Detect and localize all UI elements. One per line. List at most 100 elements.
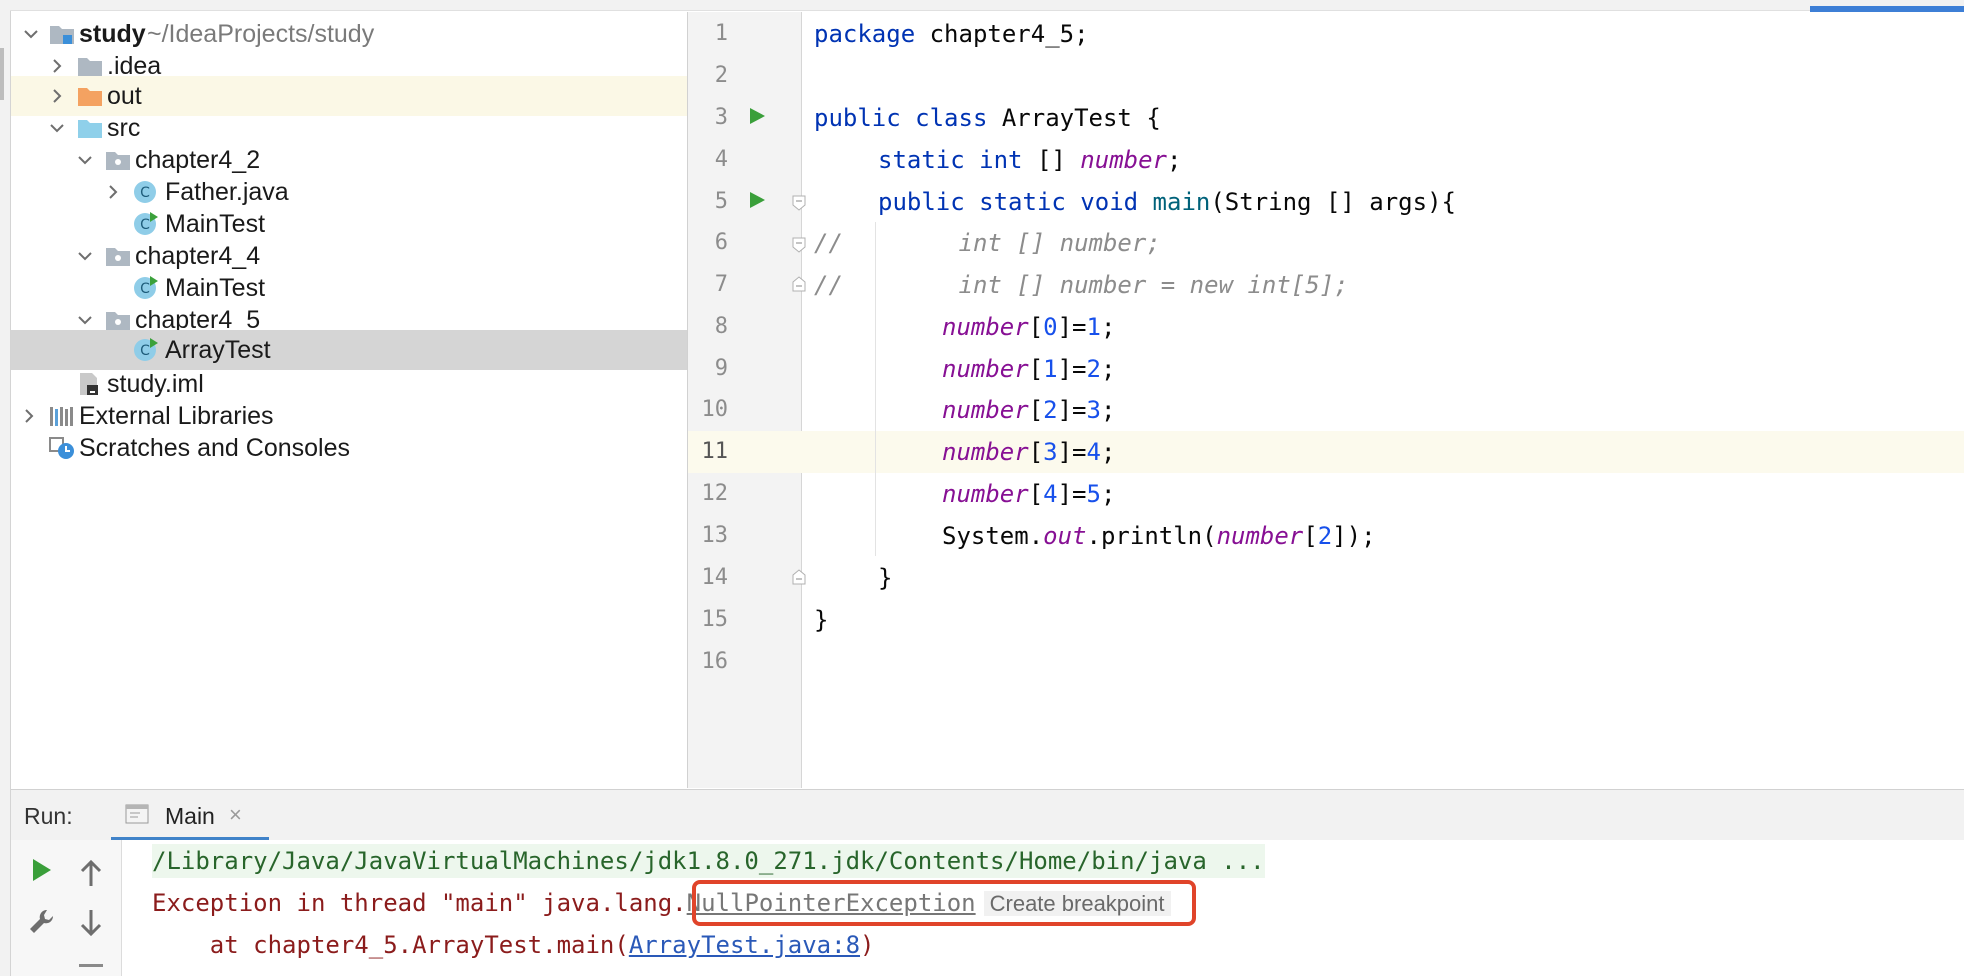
code-line-15: }	[814, 606, 829, 634]
line-number: 10	[701, 397, 729, 422]
code-text: System.	[942, 522, 1044, 550]
code-keyword: package	[814, 20, 916, 48]
exception-package: java.lang.	[542, 889, 687, 917]
top-edge	[10, 0, 1964, 11]
chevron-down-icon[interactable]	[75, 246, 95, 266]
chevron-right-icon[interactable]	[47, 86, 67, 106]
stack-suffix: )	[860, 931, 875, 959]
scratches-icon	[49, 436, 75, 460]
rerun-icon[interactable]	[23, 852, 59, 888]
run-gutter-icon[interactable]	[748, 107, 766, 125]
code-text: ]=	[1057, 480, 1087, 508]
code-number: 5	[1086, 480, 1101, 508]
fold-icon[interactable]	[792, 237, 806, 253]
java-runnable-class-icon: C	[133, 212, 159, 236]
tool-strip-handle[interactable]	[0, 48, 4, 100]
tree-item-label: MainTest	[165, 274, 266, 302]
code-text: []	[1022, 146, 1081, 174]
code-text: ;	[1100, 355, 1116, 383]
code-field: number	[942, 480, 1029, 508]
run-gutter-icon[interactable]	[748, 191, 766, 209]
project-name: study	[79, 20, 146, 48]
console-stack-line: at chapter4_5.ArrayTest.main(ArrayTest.j…	[152, 928, 875, 962]
code-method: main	[1152, 188, 1211, 216]
console-output[interactable]: /Library/Java/JavaVirtualMachines/jdk1.8…	[122, 840, 1964, 976]
tree-item-label: chapter4_2	[135, 146, 261, 174]
chevron-down-icon[interactable]	[75, 150, 95, 170]
code-number: 2	[1317, 522, 1333, 550]
code-number: 1	[1086, 313, 1101, 341]
chevron-down-icon[interactable]	[75, 310, 95, 330]
line-number: 14	[701, 565, 729, 590]
chevron-right-icon[interactable]	[47, 56, 67, 76]
run-tab-main[interactable]: Main ×	[111, 790, 269, 841]
code-text: (String [] args){	[1210, 188, 1456, 216]
code-text: ]=	[1057, 355, 1087, 383]
close-icon[interactable]: ×	[229, 802, 242, 828]
code-text: ;	[1167, 146, 1182, 174]
wrench-icon[interactable]	[23, 904, 59, 940]
code-line-4: static int [] number;	[878, 139, 1181, 181]
code-text: ;	[1100, 396, 1116, 424]
code-line-8: number[0]=1;	[942, 306, 1115, 348]
line-number: 12	[701, 481, 729, 506]
code-line-5: public static void main(String [] args){	[878, 181, 1456, 223]
code-text: [	[1028, 355, 1044, 383]
up-arrow-icon[interactable]	[73, 856, 109, 892]
code-text: .println(	[1086, 522, 1217, 550]
module-folder-icon	[49, 22, 75, 46]
java-runnable-class-icon: C	[133, 338, 159, 362]
tree-item-label: External Libraries	[79, 402, 274, 430]
code-keyword: public class	[814, 104, 988, 132]
tree-item-label: Father.java	[165, 178, 289, 206]
line-number: 4	[714, 147, 728, 172]
code-field: out	[1043, 522, 1087, 550]
java-runnable-class-icon: C	[133, 276, 159, 300]
chevron-down-icon[interactable]	[21, 24, 41, 44]
exception-prefix: Exception in thread "main"	[152, 889, 543, 917]
left-tool-strip	[0, 0, 11, 976]
chevron-right-icon[interactable]	[19, 406, 39, 426]
library-icon	[49, 404, 75, 428]
fold-icon[interactable]	[792, 276, 806, 292]
code-text: ]);	[1332, 522, 1376, 550]
tree-item-label: ArrayTest	[165, 336, 271, 364]
run-label: Run:	[24, 803, 73, 829]
module-file-icon	[77, 372, 103, 396]
code-text: ;	[1100, 313, 1116, 341]
code-number: 3	[1043, 438, 1058, 466]
code-number: 2	[1043, 396, 1058, 424]
code-text: ArrayTest {	[987, 104, 1161, 132]
stack-source-link[interactable]: ArrayTest.java:8	[629, 931, 860, 959]
line-number: 13	[701, 523, 729, 548]
run-toolbar	[11, 840, 122, 976]
chevron-right-icon[interactable]	[103, 182, 123, 202]
code-line-9: number[1]=2;	[942, 348, 1115, 390]
tree-item-label: Scratches and Consoles	[79, 434, 350, 462]
fold-icon[interactable]	[792, 569, 806, 585]
code-line-11: number[3]=4;	[942, 431, 1115, 473]
code-text: chapter4_5;	[915, 20, 1089, 48]
code-text: [	[1028, 313, 1044, 341]
tree-item-scratches[interactable]: Scratches and Consoles	[11, 428, 687, 468]
code-text: ]=	[1057, 313, 1087, 341]
tree-item-label: src	[107, 114, 141, 142]
highlight-annotation-box	[692, 880, 1196, 926]
package-icon	[105, 244, 131, 268]
project-path: ~/IdeaProjects/study	[147, 20, 375, 48]
down-arrow-icon[interactable]	[73, 904, 109, 940]
code-line-14: }	[878, 564, 893, 592]
stack-prefix: at chapter4_5.ArrayTest.main(	[152, 931, 629, 959]
line-number: 8	[714, 314, 728, 339]
tree-item-label: chapter4_4	[135, 242, 261, 270]
current-line-highlight	[688, 431, 1964, 473]
project-tree: study ~/IdeaProjects/study .idea out src…	[11, 12, 688, 788]
code-line-13: System.out.println(number[2]);	[942, 515, 1376, 557]
fold-icon[interactable]	[792, 195, 806, 211]
java-class-icon: C	[133, 180, 159, 204]
chevron-down-icon[interactable]	[47, 118, 67, 138]
code-line-6: // int [] number;	[814, 229, 1161, 257]
svg-text:C: C	[140, 343, 150, 359]
code-number: 4	[1043, 480, 1058, 508]
code-line-1: package chapter4_5;	[814, 13, 1089, 55]
